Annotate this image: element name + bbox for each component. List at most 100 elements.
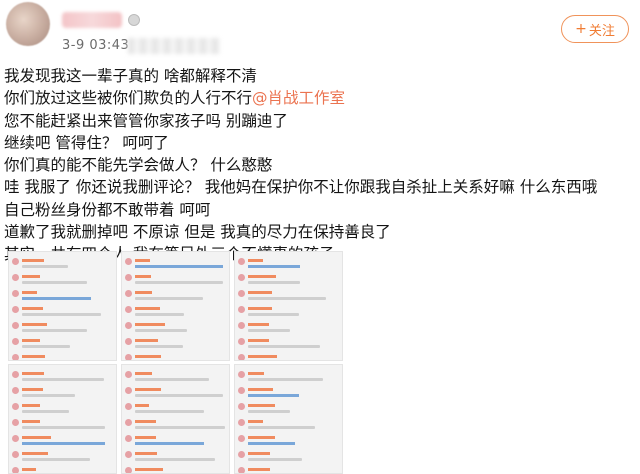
thumbnail-username [135, 339, 158, 342]
thumbnail-username [248, 323, 269, 326]
post-line: 我发现我这一辈子真的 啥都解释不清 [4, 67, 257, 85]
thumbnail-username [248, 452, 270, 455]
thumbnail-avatar [238, 371, 245, 378]
thumbnail-text-line [22, 394, 75, 397]
thumbnail-username [22, 291, 37, 294]
thumbnail-username [22, 404, 40, 407]
screenshot-thumbnail[interactable] [234, 251, 343, 361]
thumbnail-username [22, 259, 44, 262]
thumbnail-avatar [12, 403, 19, 410]
thumbnail-username [135, 452, 157, 455]
thumbnail-text-line [248, 458, 302, 461]
thumbnail-username [248, 355, 277, 358]
thumbnail-text-line [135, 426, 225, 429]
screenshot-thumbnail[interactable] [8, 364, 117, 474]
thumbnail-text-line [22, 410, 69, 413]
thumbnail-avatar [12, 258, 19, 265]
post-timestamp: 3-9 03:43 [62, 38, 130, 53]
thumbnail-username [135, 388, 161, 391]
thumbnail-avatar [238, 338, 245, 345]
thumbnail-text-line [22, 442, 105, 445]
thumbnail-username [22, 275, 40, 278]
thumbnail-avatar [12, 451, 19, 458]
thumbnail-avatar [125, 306, 132, 313]
post-line: 自己粉丝身份都不敢带着 呵呵 [4, 200, 211, 219]
thumbnail-text-line [22, 281, 87, 284]
thumbnail-avatar [238, 387, 245, 394]
thumbnail-avatar [125, 387, 132, 394]
thumbnail-avatar [125, 451, 132, 458]
screenshot-thumbnail[interactable] [234, 364, 343, 474]
thumbnail-text-line [135, 345, 183, 348]
thumbnail-username [22, 355, 45, 358]
thumbnail-text-line [248, 426, 315, 429]
thumbnail-username [248, 468, 270, 471]
thumbnail-username [248, 404, 275, 407]
avatar[interactable] [6, 2, 50, 46]
thumbnail-avatar [12, 338, 19, 345]
follow-button-label: 关注 [588, 23, 615, 39]
thumbnail-text-line [248, 410, 290, 413]
thumbnail-avatar [12, 435, 19, 442]
thumbnail-text-line [22, 378, 104, 381]
thumbnail-username [22, 388, 43, 391]
thumbnail-username [22, 436, 51, 439]
thumbnail-username [135, 436, 156, 439]
thumbnail-text-line [22, 297, 91, 300]
post-line: 哇 我服了 你还说我删评论？ 我他妈在保护你不让你跟我自杀扯上关系好嘛 什么东西… [4, 178, 598, 197]
thumbnail-text-line [135, 378, 209, 381]
thumbnail-avatar [238, 467, 245, 473]
thumbnail-text-line [248, 329, 290, 332]
thumbnail-username [22, 307, 43, 310]
thumbnail-text-line [248, 394, 299, 397]
thumbnail-avatar [238, 354, 245, 360]
thumbnail-avatar [238, 322, 245, 329]
screenshot-thumbnail[interactable] [8, 251, 117, 361]
thumbnail-avatar [125, 403, 132, 410]
screenshot-thumbnail[interactable] [121, 251, 230, 361]
verified-badge-icon [128, 14, 140, 26]
thumbnail-username [248, 372, 264, 375]
thumbnail-avatar [12, 274, 19, 281]
thumbnail-username [248, 275, 276, 278]
post-line: 继续吧 管得住？ 呵呵了 [4, 133, 169, 152]
thumbnail-text-line [135, 281, 223, 284]
thumbnail-avatar [125, 322, 132, 329]
follow-button[interactable]: + 关注 [561, 15, 629, 43]
thumbnail-text-line [22, 313, 101, 316]
thumbnail-avatar [238, 290, 245, 297]
thumbnail-text-line [248, 265, 300, 268]
thumbnail-avatar [125, 435, 132, 442]
thumbnail-avatar [12, 467, 19, 473]
image-grid [8, 251, 348, 474]
thumbnail-text-line [248, 281, 300, 284]
thumbnail-username [248, 420, 263, 423]
username-blurred[interactable] [62, 12, 122, 28]
thumbnail-text-line [135, 394, 223, 397]
thumbnail-username [22, 420, 40, 423]
mention-link[interactable]: @肖战工作室 [252, 89, 345, 107]
thumbnail-username [135, 468, 163, 471]
thumbnail-avatar [125, 258, 132, 265]
thumbnail-username [248, 388, 273, 391]
thumbnail-text-line [22, 265, 68, 268]
thumbnail-avatar [12, 306, 19, 313]
thumbnail-avatar [12, 322, 19, 329]
thumbnail-username [22, 339, 40, 342]
thumbnail-avatar [125, 354, 132, 360]
thumbnail-text-line [135, 297, 203, 300]
thumbnail-username [135, 420, 156, 423]
post-body: 我发现我这一辈子真的 啥都解释不清 你们放过这些被你们欺负的人行不行@肖战工作室… [4, 65, 634, 266]
thumbnail-username [22, 468, 36, 471]
thumbnail-text-line [135, 442, 204, 445]
thumbnail-text-line [135, 458, 215, 461]
thumbnail-avatar [125, 419, 132, 426]
thumbnail-username [22, 372, 44, 375]
thumbnail-text-line [135, 265, 223, 268]
thumbnail-avatar [125, 338, 132, 345]
post-header: 3-9 03:43 + 关注 [0, 0, 640, 62]
screenshot-thumbnail[interactable] [121, 364, 230, 474]
thumbnail-username [22, 323, 47, 326]
thumbnail-text-line [22, 458, 90, 461]
thumbnail-text-line [248, 378, 323, 381]
